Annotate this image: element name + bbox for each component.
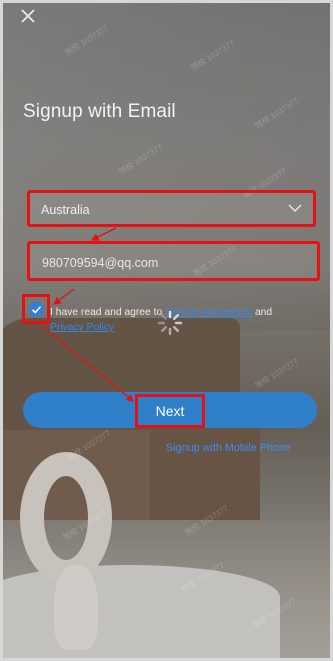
agreement-and: and	[252, 307, 273, 318]
next-button-label[interactable]: Next	[135, 394, 205, 428]
country-select[interactable]: Australia	[27, 190, 316, 227]
close-icon	[21, 9, 35, 23]
chevron-down-icon	[288, 204, 302, 213]
country-select-value: Australia	[41, 203, 90, 217]
page-title: Signup with Email	[23, 101, 176, 122]
email-field[interactable]: 980709594@qq.com	[27, 241, 320, 281]
privacy-policy-link[interactable]: Privacy Policy	[50, 322, 114, 333]
agreement-checkbox-highlight	[22, 294, 50, 324]
agreement-prefix: I have read and agree to	[50, 307, 166, 318]
signup-screen: 驾校 1037377 驾校 1037377 驾校 1037377 驾校 1037…	[0, 0, 333, 661]
loading-spinner-icon	[157, 310, 183, 336]
agreement-checkbox[interactable]	[29, 302, 44, 317]
signup-mobile-phone-link[interactable]: Signup with Mobile Phone	[166, 442, 291, 454]
close-button[interactable]	[18, 8, 38, 28]
email-field-value: 980709594@qq.com	[42, 256, 159, 270]
checkmark-icon	[31, 306, 42, 314]
